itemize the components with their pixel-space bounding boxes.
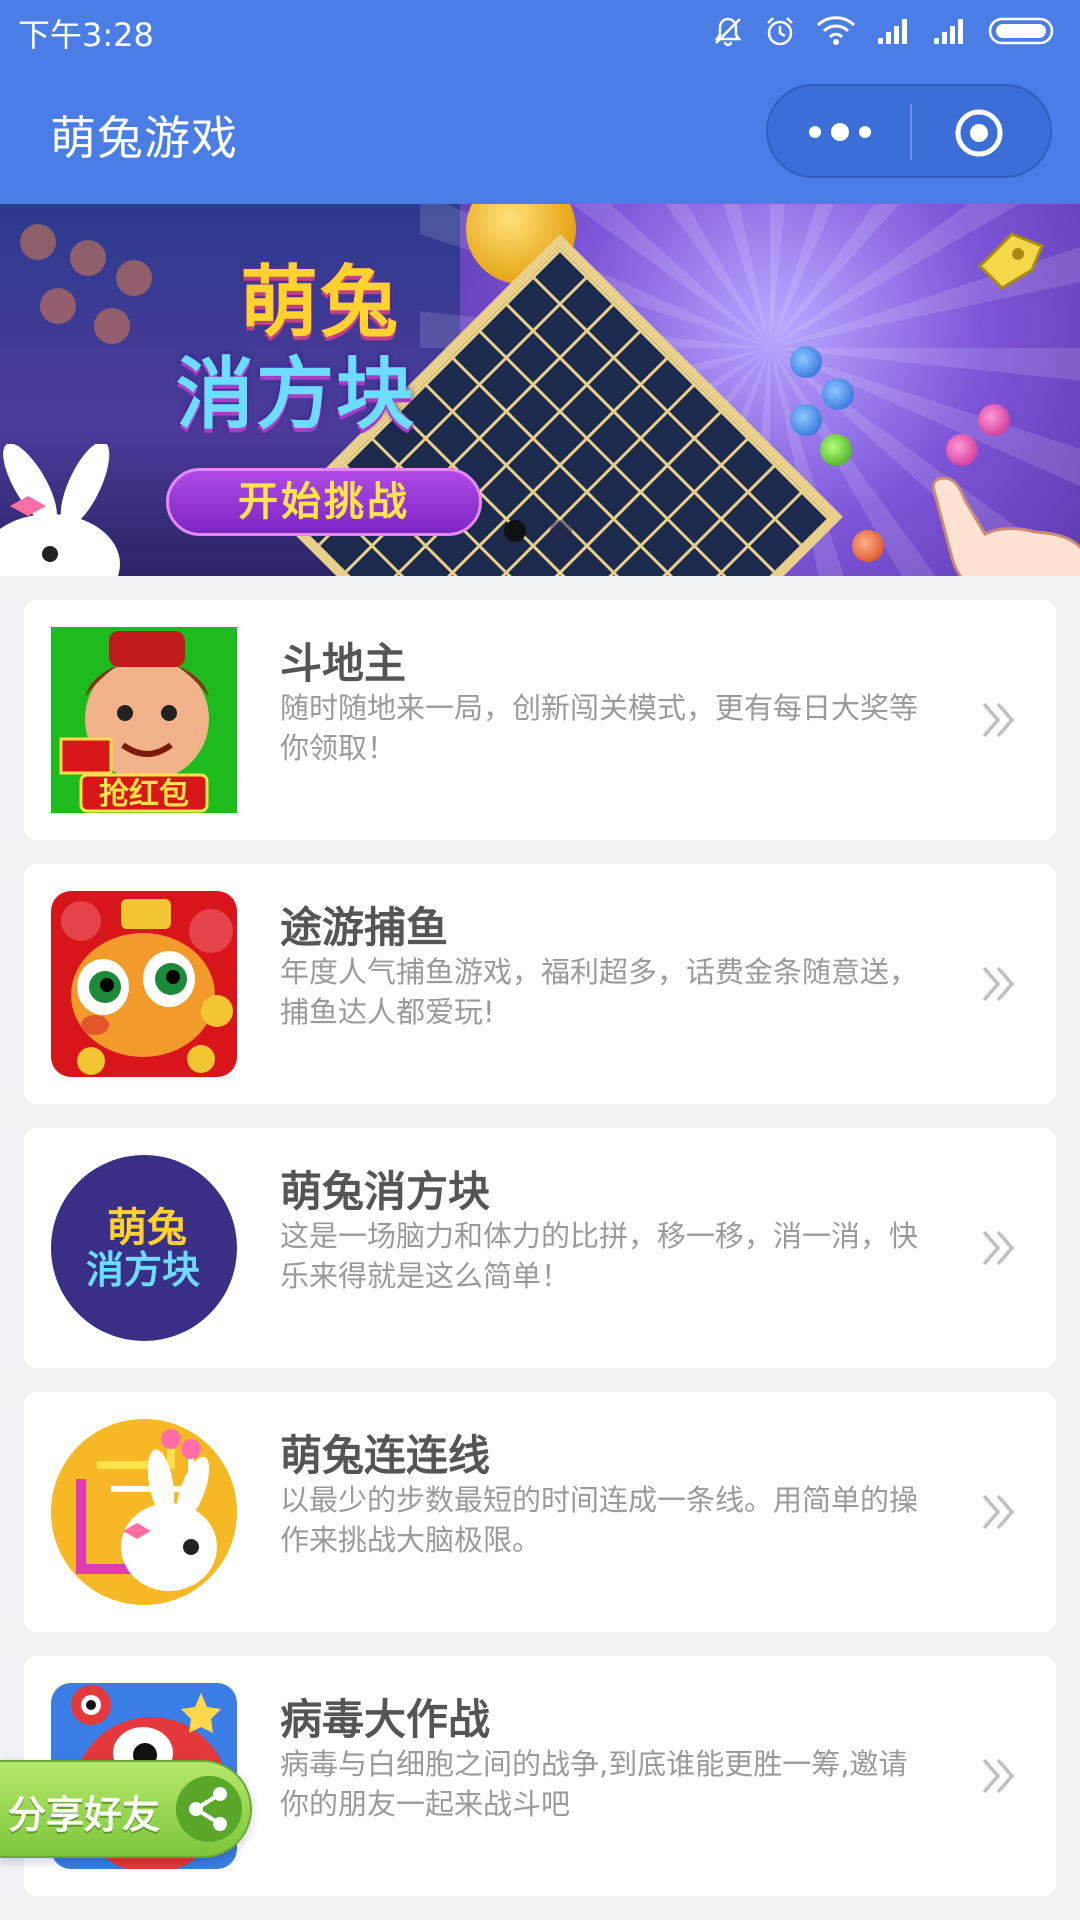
share-icon bbox=[176, 1776, 242, 1842]
alarm-icon bbox=[767, 17, 793, 46]
blue-ball bbox=[790, 404, 822, 436]
game-card-doudizhu[interactable]: 抢红包 斗地主 随时随地来一局，创新闯关模式，更有每日大奖等你领取！ bbox=[24, 600, 1056, 840]
block-puzzle-thumb-line1: 萌兔 bbox=[107, 1205, 187, 1251]
game-card-block-puzzle[interactable]: 萌兔 消方块 萌兔消方块 这是一场脑力和体力的比拼，移一移，消一消，快乐来得就是… bbox=[24, 1128, 1056, 1368]
blue-ball bbox=[822, 378, 854, 410]
doudizhu-thumb-text: 抢红包 bbox=[99, 777, 189, 812]
game-description: 这是一场脑力和体力的比拼，移一移，消一消，快乐来得就是这么简单！ bbox=[280, 1219, 919, 1293]
gamepad-icon bbox=[977, 232, 1044, 290]
bell-off-icon bbox=[714, 17, 742, 47]
more-dots-icon[interactable] bbox=[808, 114, 872, 150]
red-ball bbox=[852, 530, 884, 562]
game-card-link-lines[interactable]: 萌兔连连线 以最少的步数最短的时间连成一条线。用简单的操作来挑战大脑极限。 bbox=[24, 1392, 1056, 1632]
game-description: 年度人气捕鱼游戏，福利超多，话费金条随意送，捕鱼达人都爱玩! bbox=[280, 955, 919, 1029]
double-chevron-right-icon bbox=[982, 702, 1015, 738]
double-chevron-right-icon bbox=[982, 1230, 1015, 1266]
status-icons bbox=[712, 14, 1060, 48]
link-lines-thumbnail bbox=[51, 1419, 237, 1605]
green-ball bbox=[820, 434, 852, 466]
capsule-divider bbox=[910, 104, 912, 160]
mini-program-capsule bbox=[766, 84, 1052, 178]
double-chevron-right-icon bbox=[982, 966, 1015, 1002]
double-chevron-right-icon bbox=[982, 1758, 1015, 1794]
bunny-mascot bbox=[0, 444, 120, 576]
game-title: 途游捕鱼 bbox=[280, 903, 449, 952]
fishing-thumbnail bbox=[51, 891, 237, 1077]
pink-ball bbox=[978, 404, 1010, 436]
start-challenge-button[interactable]: 开始挑战 bbox=[166, 468, 482, 536]
signal-icon bbox=[934, 19, 963, 44]
banner-lights bbox=[20, 224, 160, 344]
game-title: 病毒大作战 bbox=[280, 1695, 491, 1744]
page-title: 萌兔游戏 bbox=[50, 111, 238, 165]
navbar: 萌兔游戏 bbox=[0, 62, 1080, 204]
signal-icon bbox=[878, 19, 907, 44]
status-bar: 下午3:28 bbox=[0, 0, 1080, 62]
blue-ball bbox=[790, 346, 822, 378]
carousel-indicator[interactable] bbox=[504, 520, 572, 542]
carousel-dot-active[interactable] bbox=[504, 520, 526, 542]
doudizhu-thumbnail: 抢红包 bbox=[51, 627, 237, 813]
share-friends-button[interactable]: 分享好友 bbox=[0, 1760, 252, 1858]
carousel-dot[interactable] bbox=[550, 520, 572, 542]
double-chevron-right-icon bbox=[982, 1494, 1015, 1530]
block-puzzle-thumbnail: 萌兔 消方块 bbox=[51, 1155, 237, 1341]
target-close-icon[interactable] bbox=[954, 108, 1004, 158]
block-puzzle-thumb-line2: 消方块 bbox=[86, 1248, 200, 1292]
game-card-tuyou-fishing[interactable]: 途游捕鱼 年度人气捕鱼游戏，福利超多，话费金条随意送，捕鱼达人都爱玩! bbox=[24, 864, 1056, 1104]
game-description: 病毒与白细胞之间的战争,到底谁能更胜一筹,邀请你的朋友一起来战斗吧 bbox=[280, 1747, 908, 1821]
game-title: 斗地主 bbox=[280, 639, 407, 688]
status-time: 下午3:28 bbox=[18, 16, 154, 54]
game-description: 以最少的步数最短的时间连成一条线。用简单的操作来挑战大脑极限。 bbox=[280, 1483, 919, 1557]
share-label: 分享好友 bbox=[8, 1793, 161, 1837]
battery-icon bbox=[988, 17, 1054, 45]
banner-logo-line2: 消方块 bbox=[176, 350, 417, 440]
game-title: 萌兔连连线 bbox=[280, 1431, 491, 1480]
game-description: 随时随地来一局，创新闯关模式，更有每日大奖等你领取！ bbox=[280, 691, 919, 765]
game-title: 萌兔消方块 bbox=[280, 1167, 491, 1216]
pink-ball bbox=[946, 434, 978, 466]
wifi-icon bbox=[816, 16, 856, 45]
pointing-hand bbox=[931, 476, 1080, 576]
